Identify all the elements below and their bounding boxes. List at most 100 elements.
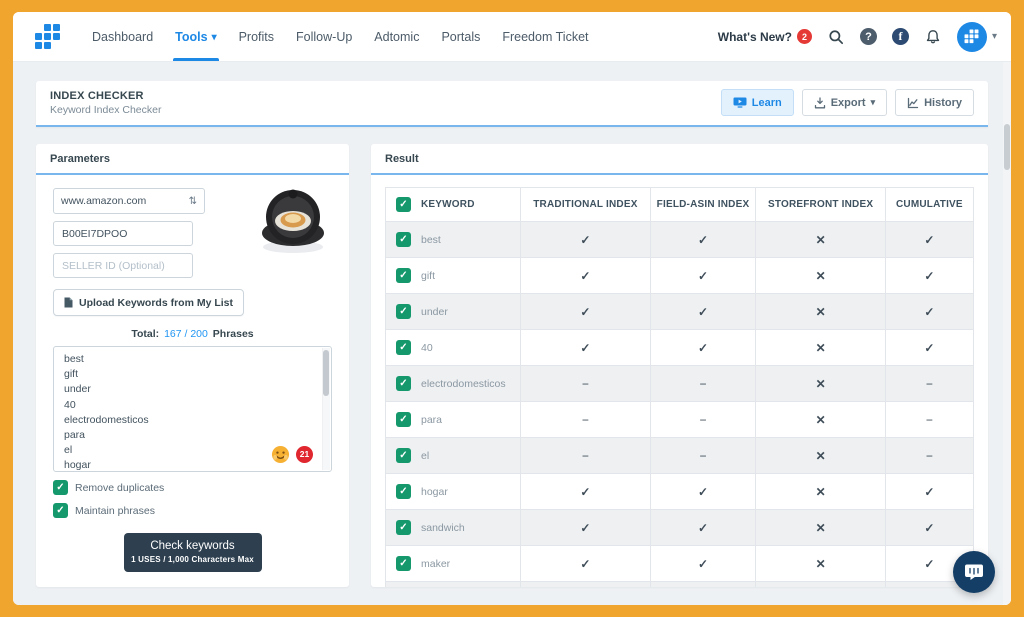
column-header: KEYWORD [421,199,475,210]
remove-duplicates-option[interactable]: ✓ Remove duplicates [53,480,332,495]
file-icon [64,297,73,308]
maintain-phrases-label: Maintain phrases [75,505,155,517]
table-row: ✓electrodomesticos−−✕− [386,366,974,402]
table-row: ✓gift✓✓✕✓ [386,258,974,294]
page-scrollbar-thumb[interactable] [1004,124,1010,170]
row-checkbox[interactable]: ✓ [396,556,411,571]
checkbox-checked-icon[interactable]: ✓ [53,480,68,495]
row-checkbox[interactable]: ✓ [396,448,411,463]
keyword-header-cell: ✓ KEYWORD [386,188,521,222]
row-checkbox[interactable]: ✓ [396,412,411,427]
bell-icon[interactable] [924,28,942,46]
check-icon: ✓ [885,222,973,258]
column-header: STOREFRONT INDEX [756,188,885,222]
dash-icon: − [650,438,756,474]
top-navigation-bar: Dashboard Tools ▾ Profits Follow-Up Adto… [13,12,1011,62]
check-icon: ✓ [650,330,756,366]
keyword-line: electrodomesticos [64,413,317,428]
check-icon: ✓ [521,546,650,582]
nav-item-freedom-ticket[interactable]: Freedom Ticket [491,12,599,61]
cross-icon: ✕ [756,222,885,258]
help-icon[interactable]: ? [860,28,877,45]
check-icon: ✓ [650,222,756,258]
nav-item-profits[interactable]: Profits [228,12,285,61]
nav-item-follow-up[interactable]: Follow-Up [285,12,363,61]
check-icon: ✓ [650,582,756,588]
cross-icon: ✕ [756,546,885,582]
nav-item-adtomic[interactable]: Adtomic [363,12,430,61]
textarea-scrollbar[interactable] [322,348,330,470]
result-panel: Result ✓ KEYWORD [371,144,988,587]
notification-count-badge: 2 [797,29,812,44]
check-icon: ✓ [885,294,973,330]
select-all-checkbox[interactable]: ✓ [396,197,411,212]
page-header-titles: INDEX CHECKER Keyword Index Checker [50,90,161,116]
checkbox-checked-icon[interactable]: ✓ [53,503,68,518]
table-row: ✓sandwich✓✓✕✓ [386,510,974,546]
page-header: INDEX CHECKER Keyword Index Checker Lear… [36,81,988,127]
keyword-count-badge[interactable]: 21 [296,446,313,463]
row-checkbox[interactable]: ✓ [396,340,411,355]
keyword-label: gift [421,270,435,282]
nav-item-dashboard[interactable]: Dashboard [81,12,164,61]
keyword-cell: ✓ electrodomesticos [386,366,521,402]
chat-launcher-button[interactable] [953,551,995,593]
table-row: ✓maker✓✓✕✓ [386,546,974,582]
keyword-cell: ✓maker [386,546,521,582]
nav-item-tools[interactable]: Tools ▾ [164,12,227,61]
keyword-label: para [421,414,442,426]
search-icon[interactable] [827,28,845,46]
chat-icon [964,562,984,582]
keyword-line: under [64,382,317,397]
keyword-cell: ✓best [386,222,521,258]
phrases-total: Total: 167 / 200 Phrases [53,328,332,340]
check-keywords-button[interactable]: Check keywords 1 USES / 1,000 Characters… [124,533,262,572]
nav-label: Freedom Ticket [502,30,588,44]
whats-new-link[interactable]: What's New? 2 [718,29,812,44]
cross-icon: ✕ [756,438,885,474]
emoji-icon[interactable] [271,445,290,464]
history-button[interactable]: History [895,89,974,116]
column-header: CUMULATIVE [885,188,973,222]
dash-icon: − [885,402,973,438]
app-logo-icon[interactable] [35,24,61,50]
row-checkbox[interactable]: ✓ [396,232,411,247]
row-checkbox[interactable]: ✓ [396,520,411,535]
marketplace-select[interactable]: www.amazon.com ⇅ [53,188,205,214]
keyword-cell: ✓sandwich [386,510,521,546]
total-label: Total: [131,328,159,340]
cross-icon: ✕ [756,474,885,510]
cross-icon: ✕ [756,366,885,402]
table-row: ✓under✓✓✕✓ [386,294,974,330]
dash-icon: − [885,366,973,402]
scrollbar-thumb[interactable] [323,350,329,396]
check-icon: ✓ [650,510,756,546]
keyword-line: best [64,352,317,367]
row-checkbox[interactable]: ✓ [396,304,411,319]
account-menu[interactable]: ▾ [957,22,997,52]
table-row: ✓✓✓✕✓ [386,582,974,588]
content-area: INDEX CHECKER Keyword Index Checker Lear… [13,62,1011,605]
row-checkbox[interactable]: ✓ [396,484,411,499]
keyword-label: hogar [421,486,448,498]
check-icon: ✓ [521,294,650,330]
dash-icon: − [650,366,756,402]
page-scrollbar[interactable] [1003,62,1011,605]
keyword-cell: ✓40 [386,330,521,366]
facebook-icon[interactable]: f [892,28,909,45]
learn-button[interactable]: Learn [721,89,794,116]
cross-icon: ✕ [756,330,885,366]
export-button[interactable]: Export ▾ [802,89,887,116]
keywords-textarea[interactable]: bestgiftunder40electrodomesticosparaelho… [53,346,332,472]
upload-keywords-button[interactable]: Upload Keywords from My List [53,289,244,316]
export-label: Export [831,97,866,109]
asin-input[interactable] [53,221,193,246]
row-checkbox[interactable]: ✓ [396,376,411,391]
seller-id-input[interactable] [53,253,193,278]
nav-item-portals[interactable]: Portals [430,12,491,61]
keyword-label: electrodomesticos [421,378,506,390]
maintain-phrases-option[interactable]: ✓ Maintain phrases [53,503,332,518]
result-table: ✓ KEYWORD TRADITIONAL INDEX FIELD-ASIN I… [385,187,974,587]
row-checkbox[interactable]: ✓ [396,268,411,283]
nav-label: Follow-Up [296,30,352,44]
